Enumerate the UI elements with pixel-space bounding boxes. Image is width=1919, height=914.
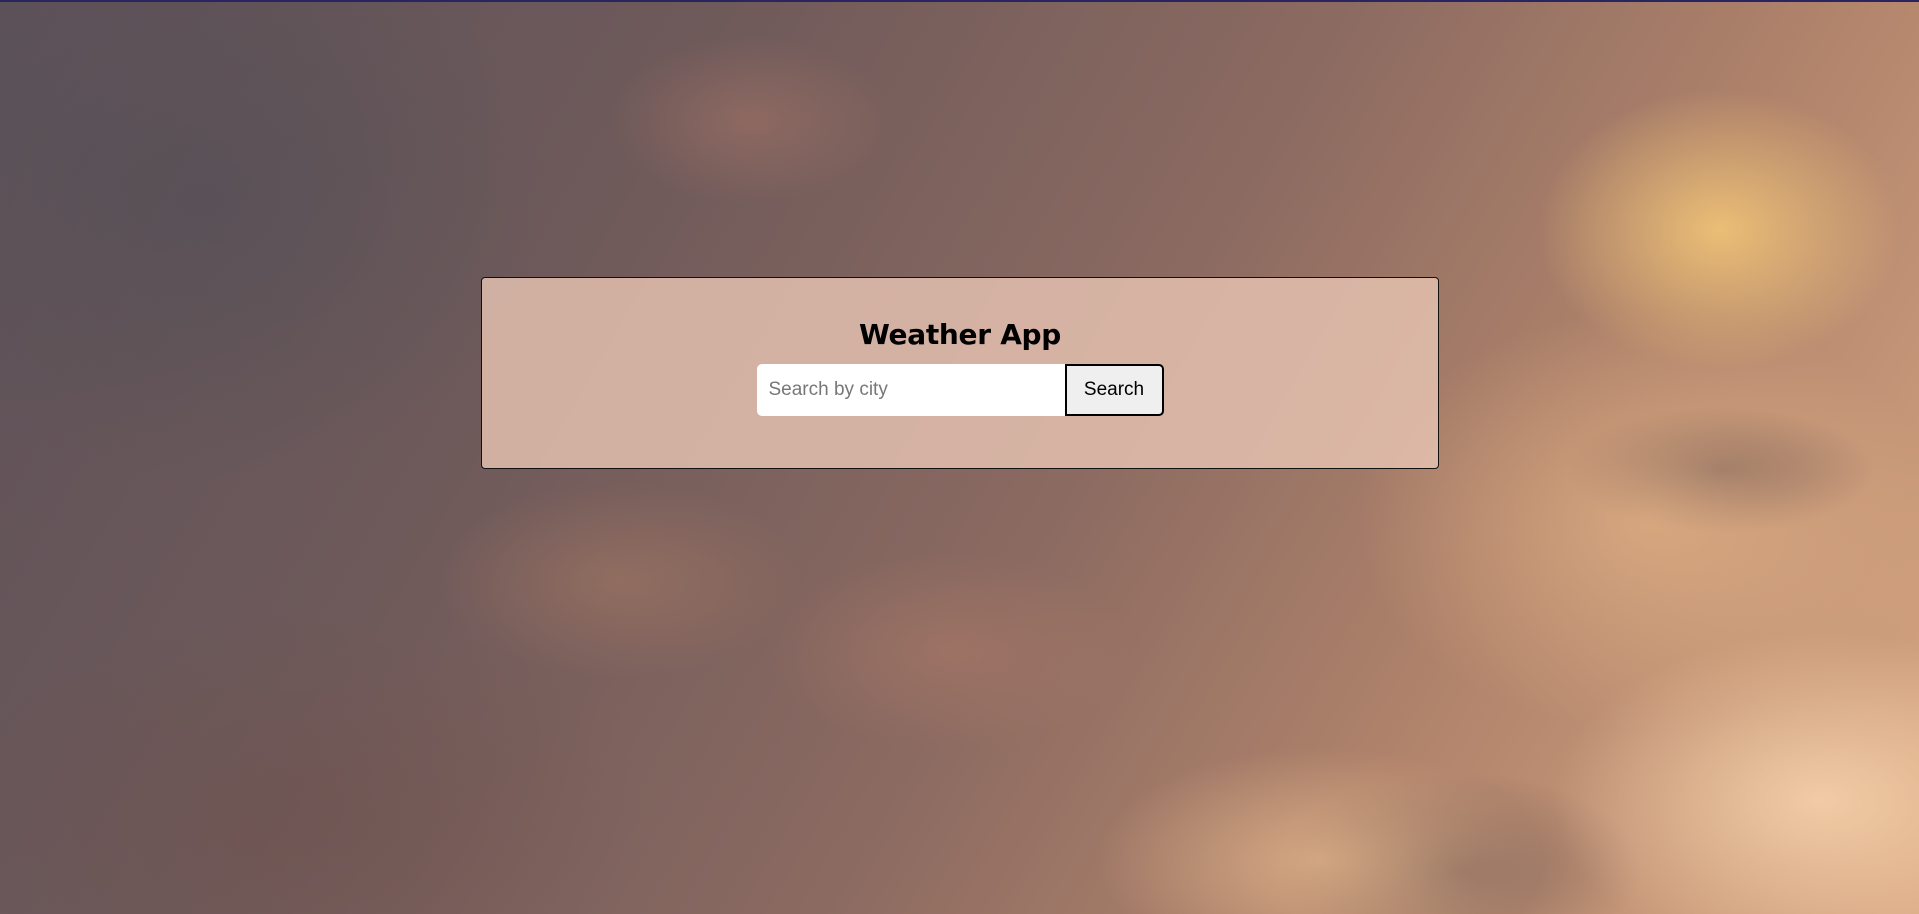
search-button[interactable]: Search xyxy=(1064,364,1164,416)
search-bar: Search xyxy=(482,364,1438,416)
top-border-line xyxy=(0,0,1919,2)
app-title: Weather App xyxy=(858,318,1062,351)
search-input[interactable] xyxy=(756,364,1065,416)
weather-card: Weather App Search xyxy=(481,277,1439,469)
